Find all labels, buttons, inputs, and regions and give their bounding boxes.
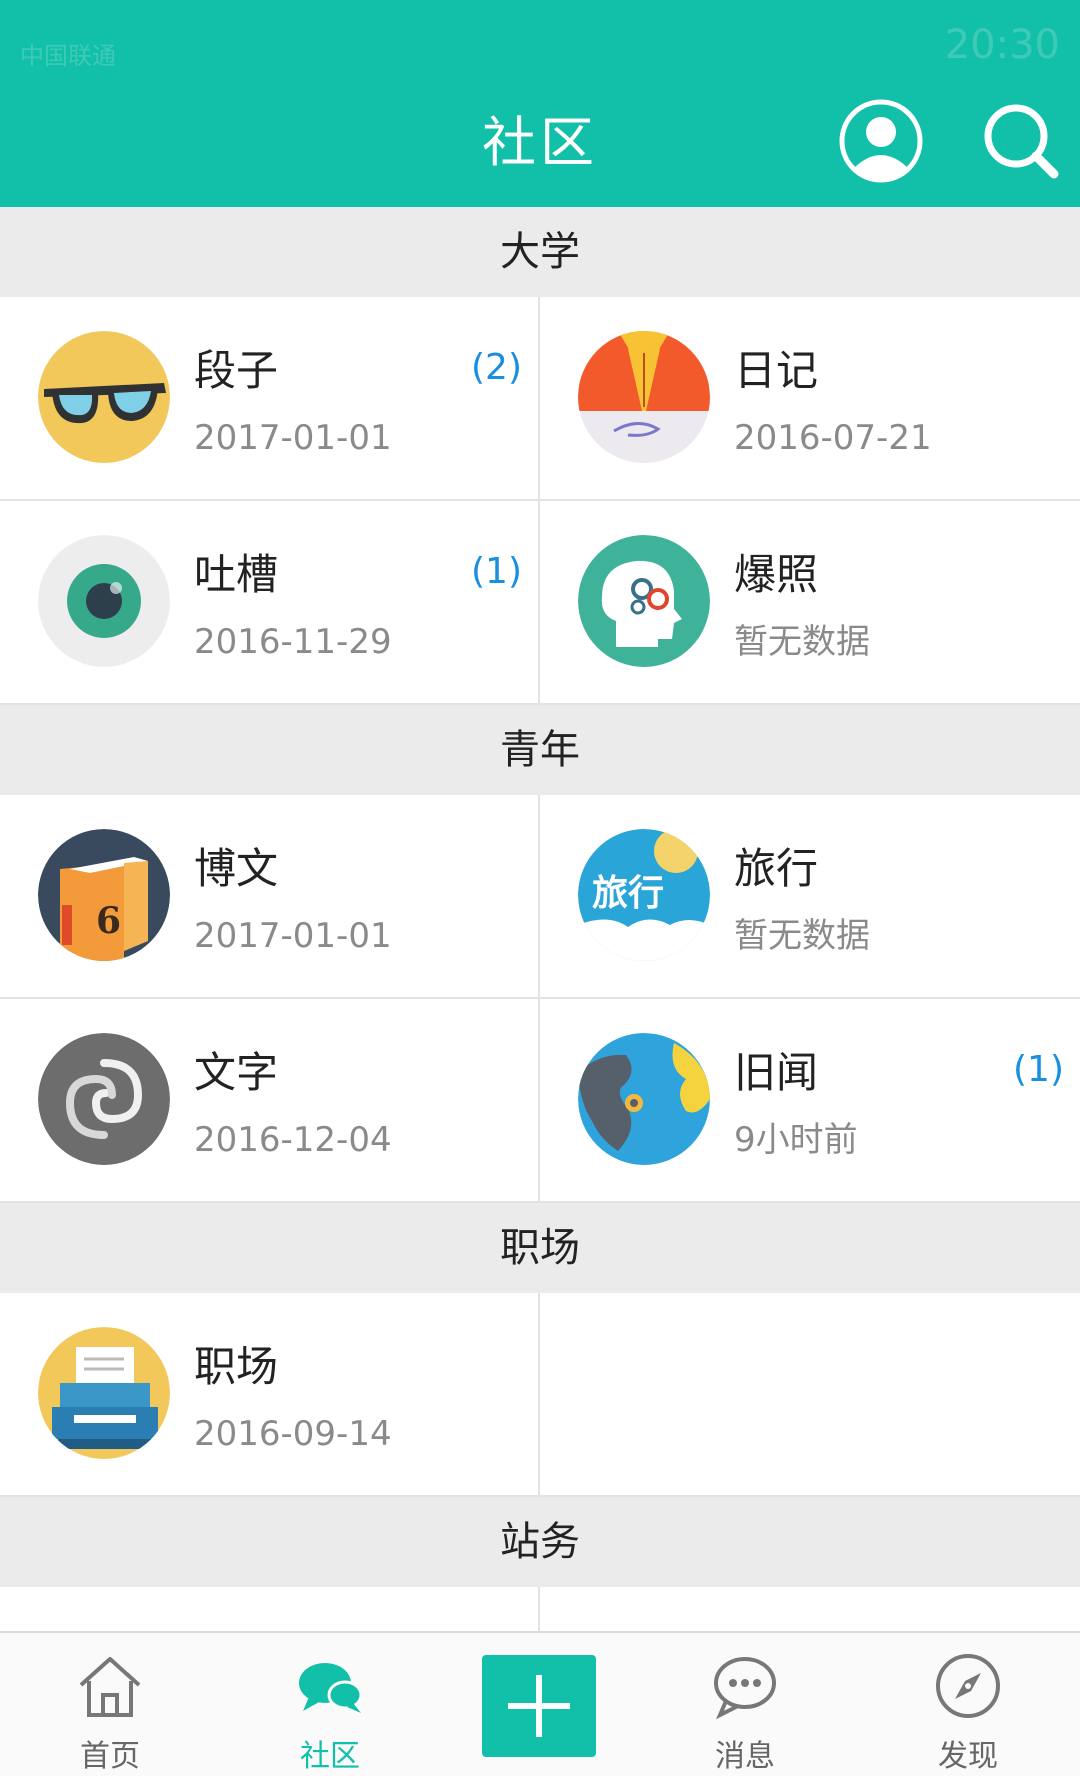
- forum-cell-partial[interactable]: [0, 1587, 540, 1631]
- typewriter-icon: [38, 1327, 170, 1459]
- search-icon: [984, 104, 1059, 179]
- unread-count-badge: (2): [471, 347, 522, 388]
- forum-cell-travel[interactable]: 旅行 旅行 暂无数据: [540, 795, 1080, 999]
- forum-cell-writing[interactable]: 文字 2016-12-04: [0, 999, 540, 1203]
- glasses-icon: [38, 331, 170, 463]
- forum-cell-partial[interactable]: [540, 1587, 1080, 1631]
- book-icon: 6: [38, 829, 170, 961]
- forum-cell-jokes[interactable]: 段子 2017-01-01 (2): [0, 297, 540, 501]
- forum-last-update: 2017-01-01: [194, 418, 392, 458]
- tab-label: 首页: [80, 1739, 140, 1774]
- forum-name: 文字: [194, 1048, 279, 1097]
- forum-last-update: 暂无数据: [734, 916, 870, 956]
- head-gears-icon: [578, 535, 710, 667]
- globe-icon: [578, 1033, 710, 1165]
- forum-cell-blog[interactable]: 6 博文 2017-01-01: [0, 795, 540, 999]
- forum-last-update: 2016-09-14: [194, 1414, 392, 1454]
- profile-button[interactable]: [838, 98, 924, 184]
- clock-text: 20:30: [944, 22, 1060, 68]
- forum-cell-workplace[interactable]: 职场 2016-09-14: [0, 1293, 540, 1497]
- forum-last-update: 2017-01-01: [194, 916, 392, 956]
- message-icon: [714, 1657, 776, 1720]
- forum-name: 职场: [194, 1342, 279, 1391]
- forum-name: 段子: [194, 346, 279, 395]
- tab-home[interactable]: 首页: [10, 1633, 210, 1776]
- forum-name: 博文: [194, 844, 279, 893]
- forum-cell-diary[interactable]: 日记 2016-07-21: [540, 297, 1080, 501]
- tab-label: 消息: [715, 1739, 775, 1774]
- tab-messages[interactable]: 消息: [645, 1633, 845, 1776]
- carrier-text: 中国联通: [20, 42, 116, 70]
- empty-cell: [540, 1293, 1080, 1497]
- section-header-youth: 青年: [0, 705, 1080, 795]
- forum-name: 旧闻: [734, 1048, 819, 1097]
- section-header-site-affairs: 站务: [0, 1497, 1080, 1587]
- forum-cell-photos[interactable]: 爆照 暂无数据: [540, 501, 1080, 705]
- tab-label: 发现: [938, 1739, 998, 1774]
- bottom-tab-bar: 首页 社区 消息 发现: [0, 1631, 1080, 1776]
- svg-text:旅行: 旅行: [592, 873, 664, 914]
- forum-last-update: 2016-11-29: [194, 622, 392, 662]
- home-icon: [79, 1657, 141, 1717]
- chat-bubbles-icon: [299, 1663, 363, 1713]
- pen-nib-icon: [578, 331, 710, 463]
- forum-cell-rant[interactable]: 吐槽 2016-11-29 (1): [0, 501, 540, 705]
- forum-name: 日记: [734, 346, 819, 395]
- travel-icon: 旅行: [578, 829, 710, 961]
- swirl-icon: [38, 1033, 170, 1165]
- search-button[interactable]: [978, 98, 1064, 184]
- forum-name: 爆照: [734, 550, 819, 599]
- status-bar: 中国联通 20:30: [0, 0, 1080, 75]
- forum-last-update: 2016-12-04: [194, 1120, 392, 1160]
- forum-name: 旅行: [734, 844, 819, 893]
- user-icon: [839, 99, 923, 183]
- section-header-university: 大学: [0, 207, 1080, 297]
- plus-icon: [508, 1675, 570, 1737]
- compose-button[interactable]: [482, 1655, 596, 1757]
- section-header-workplace: 职场: [0, 1203, 1080, 1293]
- tab-discover[interactable]: 发现: [868, 1633, 1068, 1776]
- unread-count-badge: (1): [1013, 1049, 1064, 1090]
- forum-last-update: 9小时前: [734, 1120, 858, 1160]
- unread-count-badge: (1): [471, 551, 522, 592]
- svg-text:6: 6: [96, 900, 121, 942]
- tab-community[interactable]: 社区: [230, 1633, 430, 1776]
- forum-cell-old-news[interactable]: 旧闻 9小时前 (1): [540, 999, 1080, 1203]
- top-app-bar: 中国联通 20:30 社区: [0, 0, 1080, 207]
- forum-name: 吐槽: [194, 550, 279, 599]
- compass-icon: [936, 1654, 1000, 1718]
- tab-label: 社区: [300, 1739, 360, 1774]
- community-list: 大学 段子 2017-01-01 (2) 日记 2016-07-21 吐槽 20…: [0, 207, 1080, 1631]
- forum-last-update: 暂无数据: [734, 622, 870, 662]
- forum-last-update: 2016-07-21: [734, 418, 932, 458]
- eye-icon: [38, 535, 170, 667]
